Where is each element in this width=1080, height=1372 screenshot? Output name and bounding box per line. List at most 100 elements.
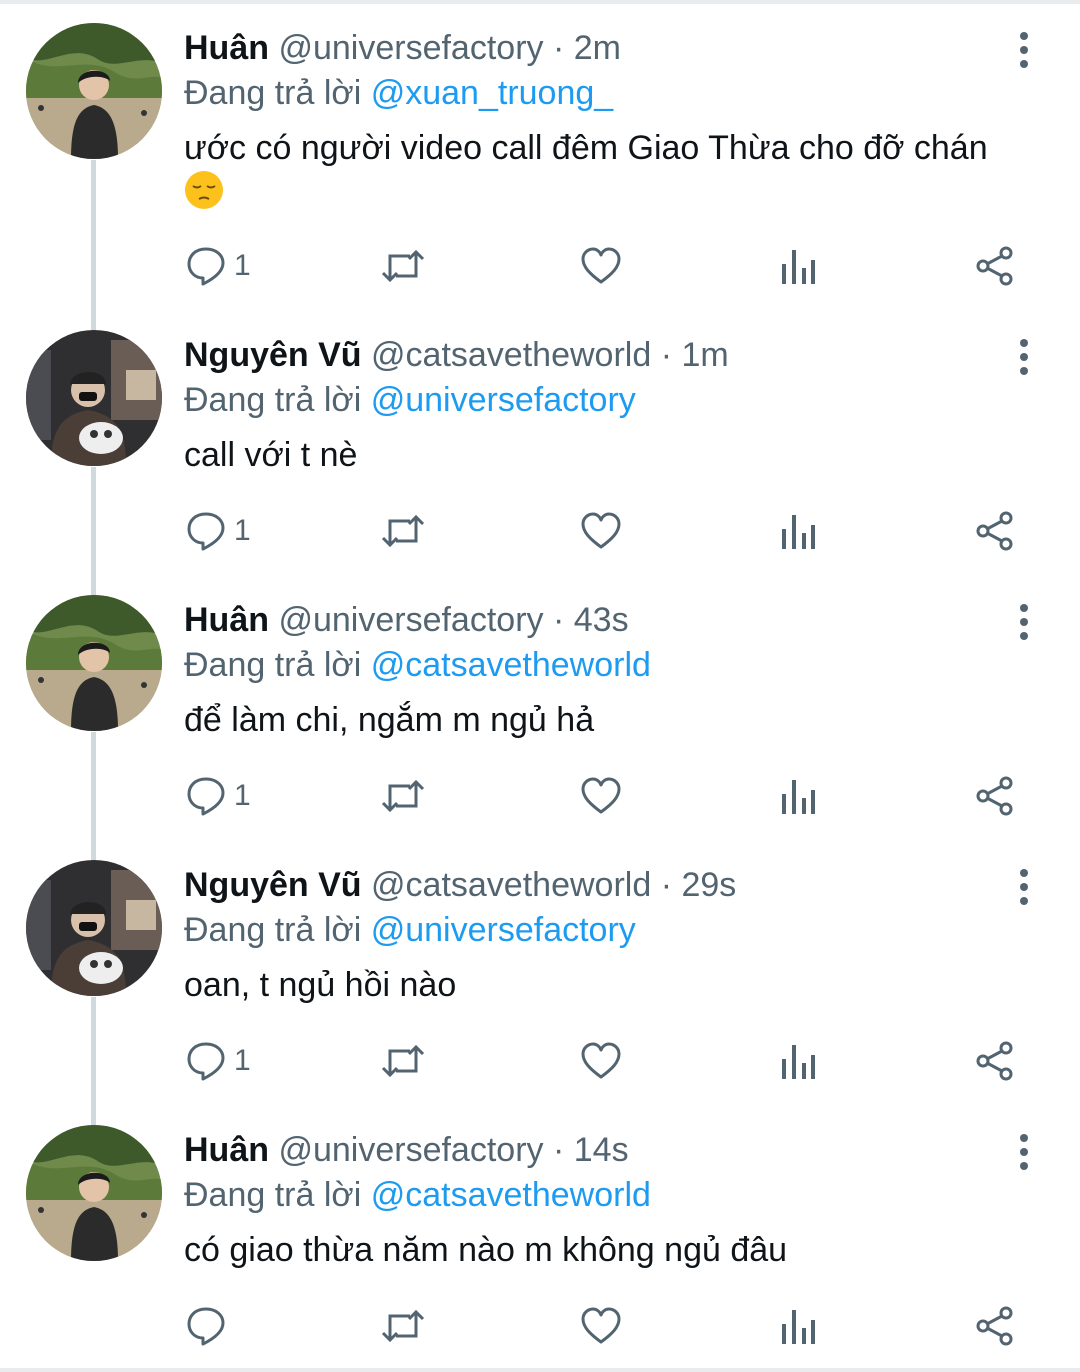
separator-dot: · [552,601,565,639]
like-button[interactable] [580,1037,622,1085]
avatar-vu[interactable] [26,330,162,466]
tweet-header: Huân @universefactory · 2m [184,26,621,70]
author-handle[interactable]: @universefactory [278,601,543,639]
replying-to: Đang trả lời @catsavetheworld [184,643,651,687]
author-handle[interactable]: @catsavetheworld [371,336,651,374]
more-options-icon[interactable] [1008,1132,1040,1172]
reply-icon [186,1306,226,1346]
reply-button[interactable] [186,1302,234,1350]
heart-icon [580,1306,622,1346]
tweet-text-body: để làm chi, ngắm m ngủ hả [184,701,595,739]
heart-icon [580,1041,622,1081]
reply-prefix: Đang trả lời [184,646,362,684]
heart-icon [580,511,622,551]
more-options-icon[interactable] [1008,602,1040,642]
share-button[interactable] [975,772,1015,820]
views-button[interactable] [780,772,816,820]
reply-count: 1 [234,249,251,282]
share-icon [975,1306,1015,1346]
heart-icon [580,246,622,286]
reply-button[interactable]: 1 [186,772,251,820]
reply-count: 1 [234,1044,251,1077]
tweet-text: call với t nè [184,433,1054,477]
analytics-icon [780,511,816,551]
views-button[interactable] [780,242,816,290]
reply-count: 1 [234,779,251,812]
replying-to: Đang trả lời @universefactory [184,378,636,422]
tweet-header: Nguyên Vũ @catsavetheworld · 29s [184,863,736,907]
like-button[interactable] [580,1302,622,1350]
replying-to: Đang trả lời @xuan_truong_ [184,71,613,115]
share-icon [975,511,1015,551]
reply-icon [186,1041,226,1081]
tweet-text-body: call với t nè [184,436,358,474]
retweet-button[interactable] [380,242,426,290]
tweet[interactable]: Huân @universefactory · 43s Đang trả lời… [0,572,1080,862]
retweet-icon [380,776,426,816]
analytics-icon [780,776,816,816]
more-options-icon[interactable] [1008,867,1040,907]
retweet-button[interactable] [380,507,426,555]
author-name[interactable]: Huân [184,1131,269,1169]
separator-dot: · [660,866,673,904]
reply-prefix: Đang trả lời [184,74,362,112]
more-options-icon[interactable] [1008,30,1040,70]
views-button[interactable] [780,1302,816,1350]
author-handle[interactable]: @universefactory [278,29,543,67]
views-button[interactable] [780,1037,816,1085]
reply-prefix: Đang trả lời [184,1176,362,1214]
reply-to-handle[interactable]: @catsavetheworld [371,1176,651,1214]
bottom-divider [0,1368,1080,1372]
author-name[interactable]: Nguyên Vũ [184,336,362,374]
reply-icon [186,776,226,816]
more-options-icon[interactable] [1008,337,1040,377]
tweet[interactable]: Nguyên Vũ @catsavetheworld · 1m Đang trả… [0,307,1080,597]
like-button[interactable] [580,772,622,820]
reply-button[interactable]: 1 [186,507,251,555]
author-handle[interactable]: @catsavetheworld [371,866,651,904]
tweet[interactable]: Huân @universefactory · 14s Đang trả lời… [0,1102,1080,1367]
reply-to-handle[interactable]: @catsavetheworld [371,646,651,684]
avatar-huan[interactable] [26,595,162,731]
reply-to-handle[interactable]: @xuan_truong_ [371,74,613,112]
reply-button[interactable]: 1 [186,1037,251,1085]
tweet-time[interactable]: 2m [574,29,621,67]
retweet-button[interactable] [380,1302,426,1350]
reply-to-handle[interactable]: @universefactory [371,381,636,419]
retweet-icon [380,1306,426,1346]
retweet-icon [380,1041,426,1081]
share-button[interactable] [975,507,1015,555]
share-button[interactable] [975,1302,1015,1350]
tweet-time[interactable]: 14s [574,1131,629,1169]
tweet-text-body: có giao thừa năm nào m không ngủ đâu [184,1231,788,1269]
tweet-time[interactable]: 43s [574,601,629,639]
share-button[interactable] [975,242,1015,290]
tweet-header: Huân @universefactory · 43s [184,598,629,642]
share-button[interactable] [975,1037,1015,1085]
views-button[interactable] [780,507,816,555]
avatar-huan[interactable] [26,23,162,159]
author-name[interactable]: Huân [184,601,269,639]
author-name[interactable]: Huân [184,29,269,67]
reply-button[interactable]: 1 [186,242,251,290]
like-button[interactable] [580,242,622,290]
replying-to: Đang trả lời @catsavetheworld [184,1173,651,1217]
retweet-button[interactable] [380,772,426,820]
heart-icon [580,776,622,816]
replying-to: Đang trả lời @universefactory [184,908,636,952]
author-handle[interactable]: @universefactory [278,1131,543,1169]
tweet-time[interactable]: 1m [681,336,728,374]
tweet[interactable]: Huân @universefactory · 2m Đang trả lời … [0,0,1080,332]
tweet-text-body: oan, t ngủ hồi nào [184,966,457,1004]
avatar-vu[interactable] [26,860,162,996]
avatar-huan[interactable] [26,1125,162,1261]
like-button[interactable] [580,507,622,555]
analytics-icon [780,1041,816,1081]
tweet[interactable]: Nguyên Vũ @catsavetheworld · 29s Đang tr… [0,837,1080,1127]
reply-to-handle[interactable]: @universefactory [371,911,636,949]
tweet-text: để làm chi, ngắm m ngủ hả [184,698,1054,742]
retweet-button[interactable] [380,1037,426,1085]
tweet-text: oan, t ngủ hồi nào [184,963,1054,1007]
author-name[interactable]: Nguyên Vũ [184,866,362,904]
tweet-time[interactable]: 29s [681,866,736,904]
